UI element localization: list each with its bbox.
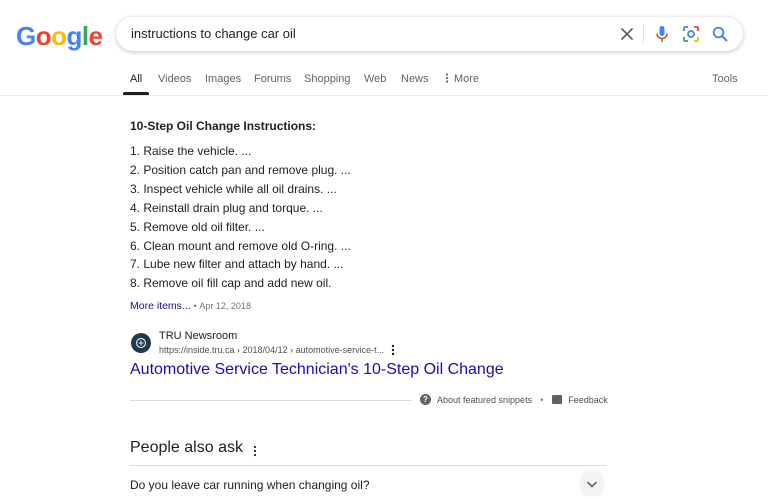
feedback-link[interactable]: Feedback xyxy=(568,395,608,405)
more-items-link[interactable]: More items... xyxy=(130,300,191,312)
feedback-icon xyxy=(552,395,563,404)
tab-web[interactable]: Web xyxy=(364,73,386,85)
tab-news[interactable]: News xyxy=(401,73,429,85)
logo-letter: g xyxy=(66,21,83,51)
tab-images[interactable]: Images xyxy=(205,73,241,85)
help-icon: ? xyxy=(420,394,431,405)
tools-button[interactable]: Tools xyxy=(712,73,738,85)
chevron-down-icon[interactable] xyxy=(579,471,605,497)
search-icon[interactable] xyxy=(710,24,730,44)
more-vert-icon xyxy=(445,73,449,83)
source-name[interactable]: TRU Newsroom xyxy=(159,330,237,342)
featured-snippet-title: 10-Step Oil Change Instructions: xyxy=(130,119,317,133)
divider xyxy=(130,400,412,401)
separator-dot: • xyxy=(540,394,544,405)
step-item: 4. Reinstall drain plug and torque. ... xyxy=(130,200,323,215)
source-url[interactable]: https://inside.tru.ca › 2018/04/12 › aut… xyxy=(159,345,384,355)
search-box[interactable]: instructions to change car oil xyxy=(116,17,743,51)
tab-more-label: More xyxy=(454,73,480,85)
tab-all[interactable]: All xyxy=(130,73,142,85)
search-tabs: All Videos Images Forums Shopping Web Ne… xyxy=(0,62,768,96)
clear-icon[interactable] xyxy=(617,24,637,44)
paa-question[interactable]: Do you leave car running when changing o… xyxy=(130,478,370,492)
people-also-ask-title: People also ask xyxy=(130,439,243,456)
google-logo[interactable]: Google xyxy=(16,21,103,52)
result-menu-icon[interactable] xyxy=(389,343,397,357)
separator-dot: • xyxy=(193,301,197,311)
step-item: 5. Remove old oil filter. ... xyxy=(130,219,265,234)
tab-more[interactable]: More xyxy=(445,73,479,85)
microphone-icon[interactable] xyxy=(652,24,672,44)
snippet-footer: ? About featured snippets • Feedback xyxy=(420,394,608,405)
tab-forums[interactable]: Forums xyxy=(254,73,291,85)
step-item: 3. Inspect vehicle while all oil drains.… xyxy=(130,181,337,196)
logo-letter: o xyxy=(35,21,52,51)
more-items-row: More items... • Apr 12, 2018 xyxy=(130,300,251,312)
step-item: 8. Remove oil fill cap and add new oil. xyxy=(130,276,332,291)
paa-menu-icon[interactable] xyxy=(252,444,258,457)
logo-letter: G xyxy=(16,21,36,51)
result-title-link[interactable]: Automotive Service Technician's 10-Step … xyxy=(130,361,504,379)
featured-snippet-steps: 1. Raise the vehicle. ... 2. Position ca… xyxy=(130,142,351,293)
logo-letter: o xyxy=(51,21,67,51)
site-favicon[interactable] xyxy=(131,333,151,353)
tab-shopping[interactable]: Shopping xyxy=(304,73,351,85)
step-item: 2. Position catch pan and remove plug. .… xyxy=(130,162,351,177)
step-item: 7. Lube new filter and attach by hand. .… xyxy=(130,257,344,272)
snippet-date: Apr 12, 2018 xyxy=(199,301,251,311)
logo-letter: e xyxy=(88,21,103,51)
active-tab-indicator xyxy=(123,92,149,95)
search-divider xyxy=(643,25,644,43)
lens-camera-icon[interactable] xyxy=(681,24,701,44)
step-item: 1. Raise the vehicle. ... xyxy=(130,144,252,158)
about-featured-snippets-link[interactable]: About featured snippets xyxy=(437,395,532,405)
logo-letter: l xyxy=(81,21,89,51)
step-item: 6. Clean mount and remove old O-ring. ..… xyxy=(130,238,351,253)
divider xyxy=(130,465,606,466)
search-input[interactable]: instructions to change car oil xyxy=(131,26,296,41)
tab-videos[interactable]: Videos xyxy=(158,73,191,85)
